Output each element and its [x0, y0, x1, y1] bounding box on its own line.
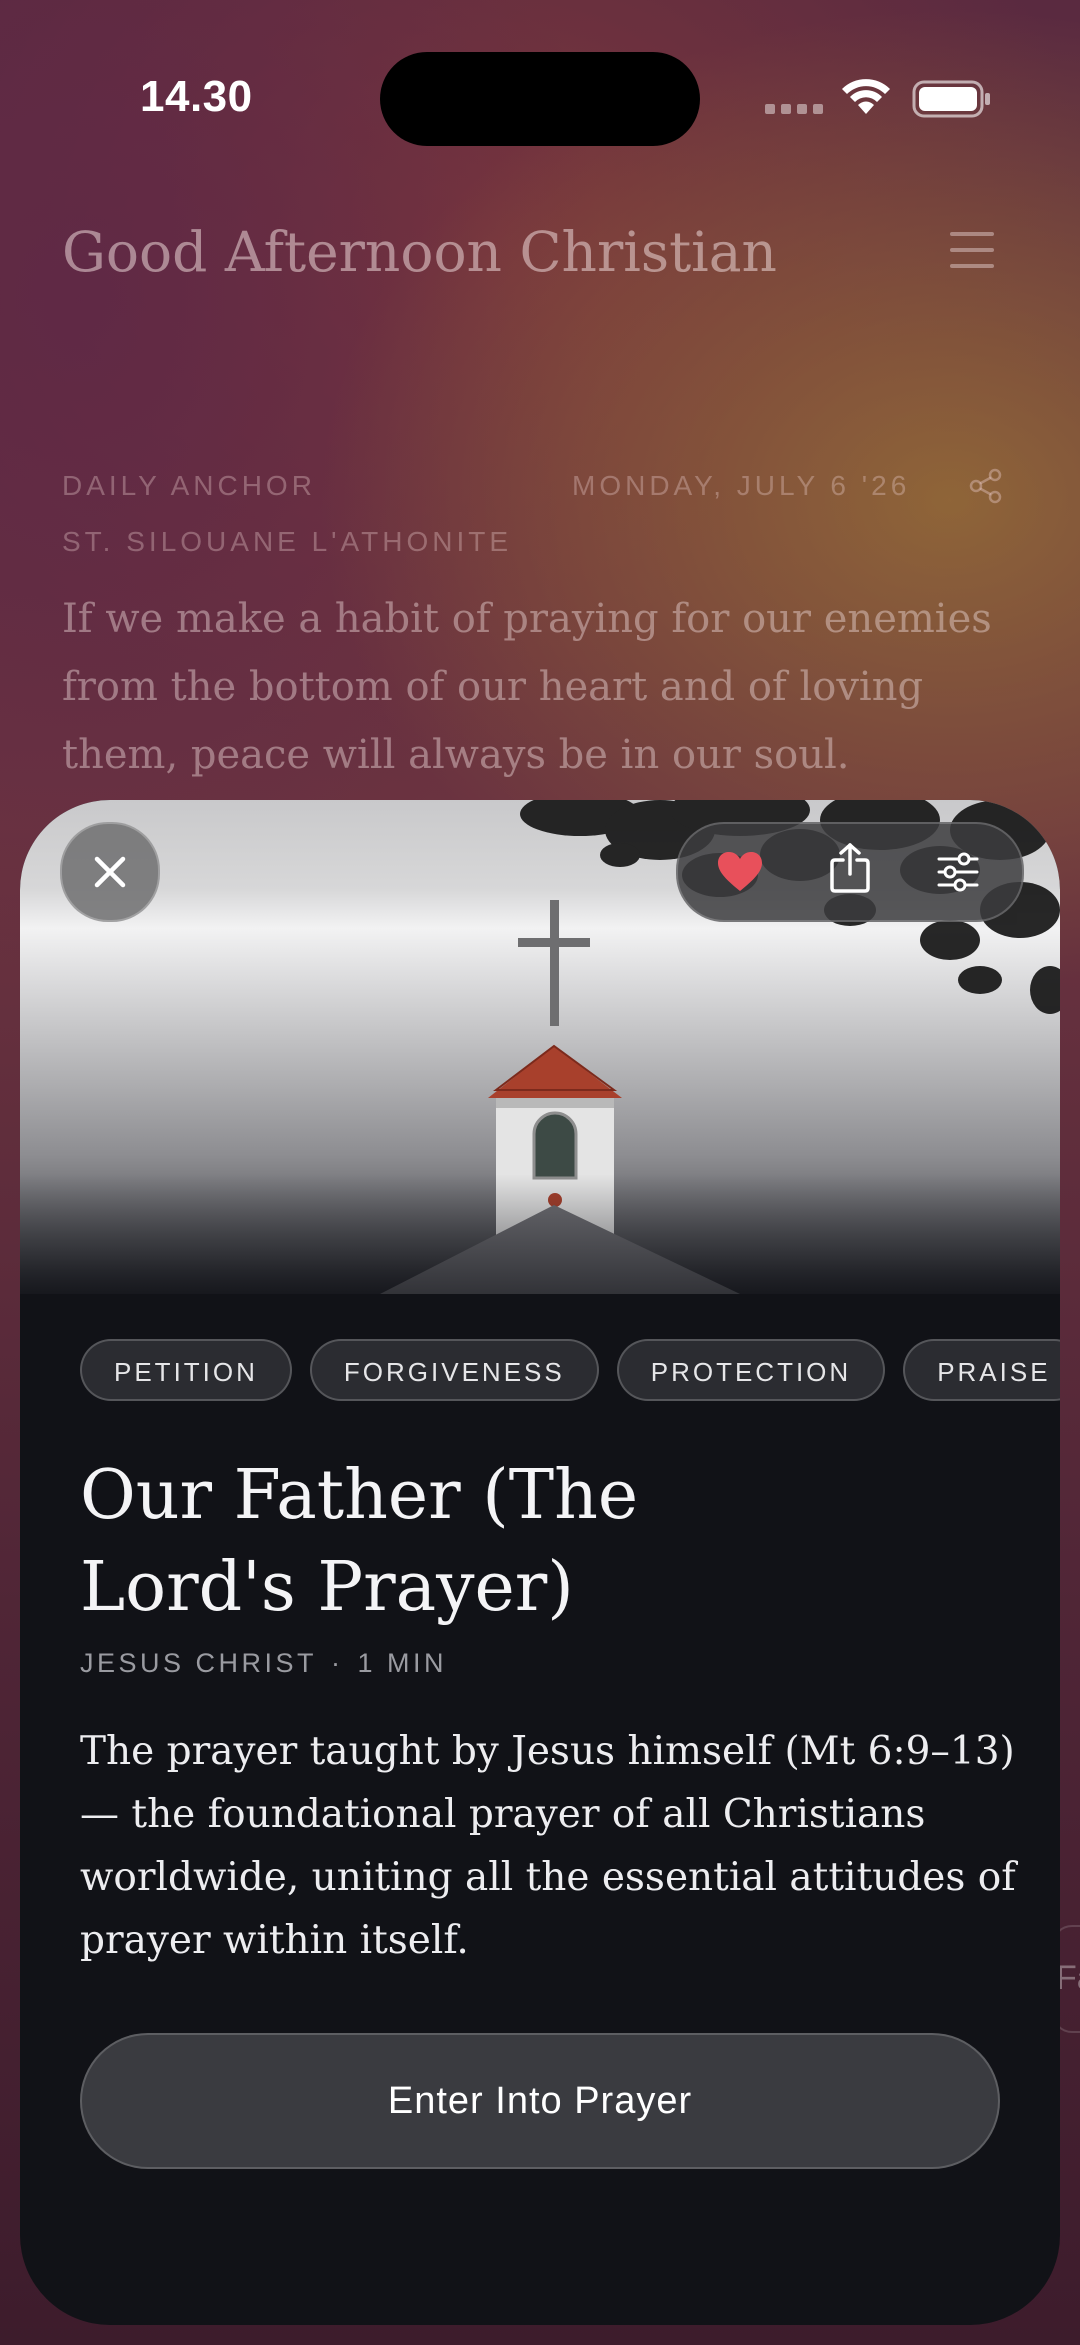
- prayer-detail-sheet: PETITION FORGIVENESS PROTECTION PRAISE Our …: [20, 800, 1060, 2325]
- tag-protection[interactable]: PROTECTION: [616, 1339, 886, 1401]
- prayer-title: Our Father (The Lord's Prayer): [80, 1456, 639, 1627]
- prayer-description: The prayer taught by Jesus himself (Mt 6…: [80, 1729, 1016, 1963]
- favorite-button[interactable]: [716, 848, 764, 896]
- prayer-duration: 1 MIN: [357, 1648, 448, 1678]
- cellular-signal-icon: [765, 104, 823, 114]
- menu-icon[interactable]: [950, 232, 994, 280]
- meta-separator: ·: [331, 1648, 344, 1678]
- close-icon: [94, 856, 126, 888]
- daily-anchor-date: MONDAY, JULY 6 '26: [572, 470, 911, 501]
- battery-icon: [912, 80, 990, 118]
- heart-icon: [718, 852, 762, 891]
- tag-list: PETITION FORGIVENESS PROTECTION PRAISE: [80, 1339, 1060, 1401]
- status-bar: 14.30: [0, 0, 1080, 200]
- hero-fade: [20, 1174, 1060, 1294]
- actions-toolbar: [676, 822, 1024, 922]
- settings-button[interactable]: [934, 848, 982, 896]
- daily-anchor-author: ST. SILOUANE L'ATHONITE: [62, 526, 513, 557]
- share-icon: [830, 843, 870, 893]
- tag-petition[interactable]: PETITION: [80, 1339, 292, 1401]
- daily-anchor-label: DAILY ANCHOR: [62, 470, 316, 501]
- greeting-title: Good Afternoon Christian: [62, 220, 777, 284]
- close-button[interactable]: [60, 822, 160, 922]
- dynamic-island: [380, 52, 700, 146]
- prayer-author: JESUS CHRIST: [80, 1648, 318, 1678]
- sliders-icon: [937, 852, 979, 892]
- tag-forgiveness[interactable]: FORGIVENESS: [309, 1339, 599, 1401]
- tag-praise[interactable]: PRAISE: [903, 1339, 1060, 1401]
- daily-anchor-quote: If we make a habit of praying for our en…: [62, 596, 992, 778]
- prayer-meta: JESUS CHRIST · 1 MIN: [80, 1648, 447, 1679]
- wifi-icon: [842, 79, 890, 114]
- enter-into-prayer-button[interactable]: Enter Into Prayer: [80, 2033, 1000, 2169]
- status-time: 14.30: [140, 72, 253, 121]
- share-button[interactable]: [826, 843, 874, 893]
- share-nodes-icon[interactable]: [968, 468, 1004, 504]
